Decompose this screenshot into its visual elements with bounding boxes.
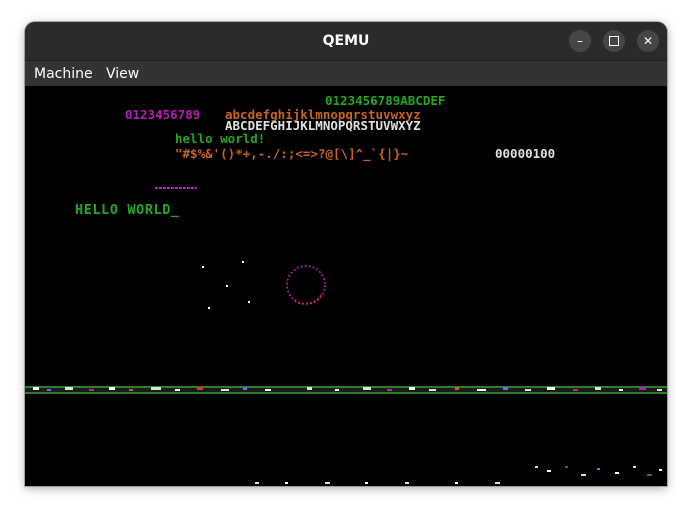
vm-display[interactable]: 0123456789ABCDEF 0123456789 abcdefghijkl… <box>25 86 667 486</box>
dotted-circle <box>286 265 326 305</box>
title-bar[interactable]: QEMU – ✕ <box>25 22 667 60</box>
menu-machine[interactable]: Machine <box>34 61 93 87</box>
qemu-window: QEMU – ✕ Machine View 0123456789ABCDEF 0… <box>25 22 667 486</box>
noise-bottom-right <box>535 466 662 476</box>
noise-bottom <box>255 482 500 484</box>
maximize-icon <box>609 35 619 46</box>
maximize-button[interactable] <box>603 30 625 52</box>
close-button[interactable]: ✕ <box>637 30 659 52</box>
menu-bar: Machine View <box>25 60 667 87</box>
menu-view[interactable]: View <box>106 61 139 87</box>
minimize-button[interactable]: – <box>569 30 591 52</box>
scatter-dots <box>202 261 250 309</box>
glitch-band <box>25 386 667 394</box>
minimize-icon: – <box>577 34 583 48</box>
graphics-layer <box>25 187 667 484</box>
close-icon: ✕ <box>642 34 654 48</box>
circle-red-arc <box>294 294 322 305</box>
